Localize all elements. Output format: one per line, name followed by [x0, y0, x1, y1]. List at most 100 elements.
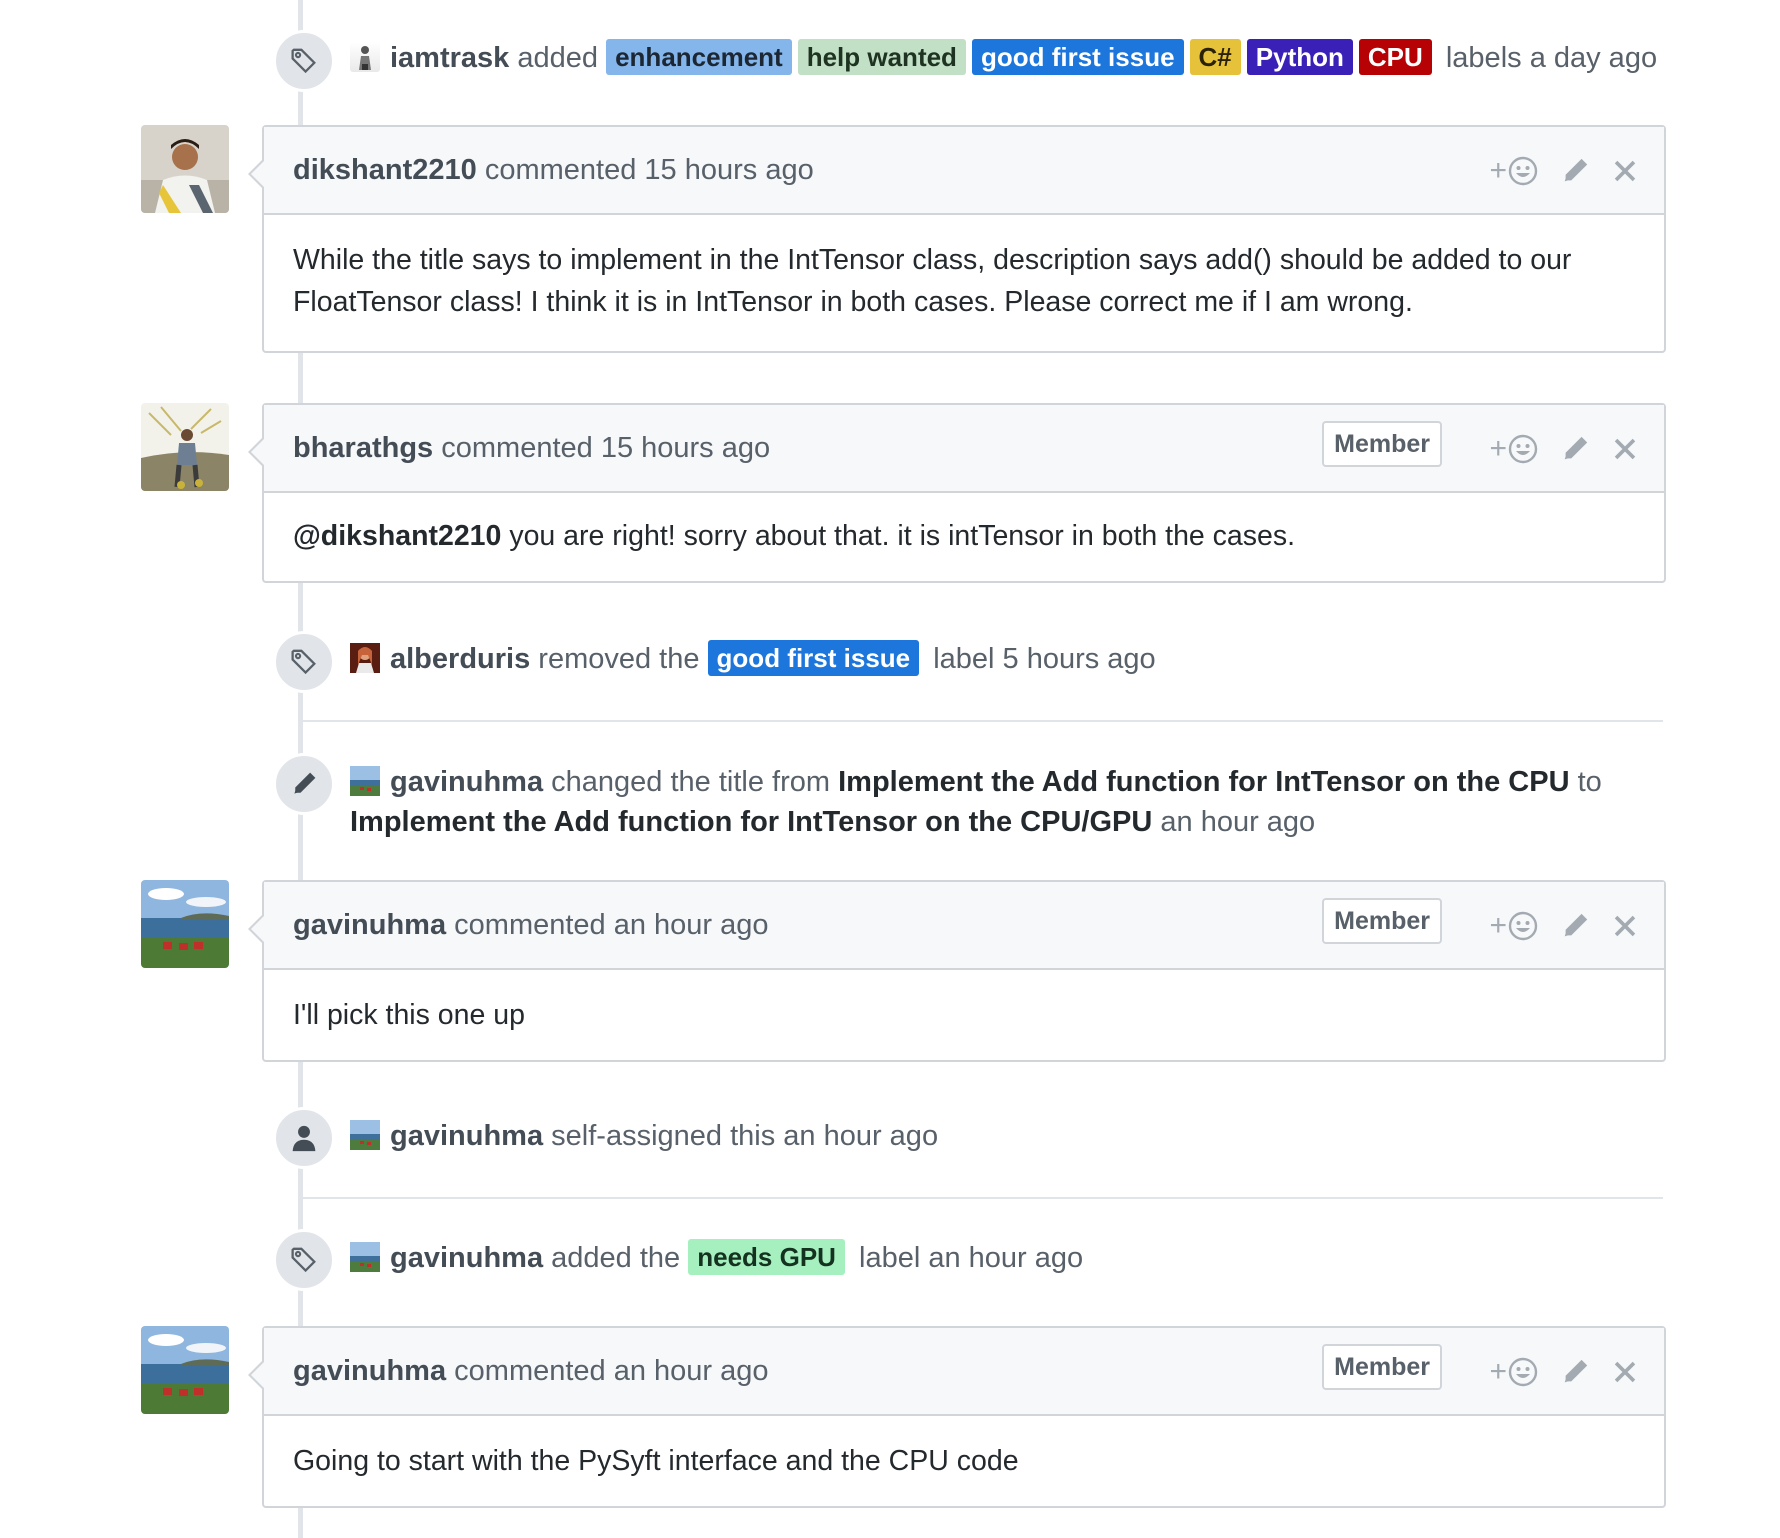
comment-timestamp[interactable]: commented an hour ago [454, 1355, 768, 1387]
event-action: added the [551, 1242, 681, 1274]
event-timestamp: label an hour ago [859, 1242, 1084, 1274]
event-action: changed the title from [551, 766, 831, 798]
label-help-wanted[interactable]: help wanted [797, 39, 966, 75]
delete-comment-button[interactable] [1612, 1359, 1638, 1385]
actor-link[interactable]: gavinuhma [390, 1120, 543, 1152]
avatar[interactable] [141, 125, 229, 213]
delete-comment-button[interactable] [1612, 436, 1638, 462]
pencil-icon [1564, 158, 1588, 182]
comment-author[interactable]: bharathgs [293, 432, 433, 464]
label-csharp[interactable]: C# [1189, 39, 1241, 75]
event-action: removed the [538, 643, 700, 675]
timeline-divider [303, 1197, 1663, 1199]
tag-icon [273, 30, 335, 92]
event-to: to [1577, 766, 1602, 798]
close-icon [1614, 1361, 1636, 1383]
label-good-first-issue[interactable]: good first issue [971, 39, 1184, 75]
member-badge: Member [1322, 1344, 1442, 1390]
comment-body: Going to start with the PySyft interface… [293, 1445, 1019, 1477]
smiley-icon [1508, 434, 1538, 464]
comment-meta: bharathgs commented 15 hours ago [293, 405, 770, 491]
edit-comment-button[interactable] [1560, 911, 1590, 941]
close-icon [1614, 438, 1636, 460]
edit-comment-button[interactable] [1560, 1357, 1590, 1387]
edit-comment-button[interactable] [1560, 434, 1590, 464]
avatar[interactable] [350, 1242, 380, 1272]
event-timestamp: an hour ago [1160, 806, 1316, 838]
event-description: gavinuhma changed the title from Impleme… [350, 762, 1670, 842]
delete-comment-button[interactable] [1612, 158, 1638, 184]
comment-meta: gavinuhma commented an hour ago [293, 882, 769, 968]
comment-author[interactable]: dikshant2210 [293, 154, 477, 186]
avatar[interactable] [350, 766, 380, 796]
comment-box: bharathgs commented 15 hours ago Member … [248, 403, 1666, 583]
comment-header: gavinuhma commented an hour ago Member + [264, 1328, 1664, 1416]
avatar[interactable] [350, 42, 380, 72]
event-timestamp: label 5 hours ago [933, 643, 1156, 675]
smiley-icon [1508, 1357, 1538, 1387]
add-reaction-button[interactable]: + [1489, 911, 1538, 941]
close-icon [1614, 915, 1636, 937]
comment-author[interactable]: gavinuhma [293, 1355, 446, 1387]
plus-icon: + [1489, 432, 1507, 465]
plus-icon: + [1489, 1355, 1507, 1388]
person-icon [273, 1107, 335, 1169]
smiley-icon [1508, 156, 1538, 186]
event-description: gavinuhma self-assigned this an hour ago [350, 1116, 938, 1156]
comment-meta: gavinuhma commented an hour ago [293, 1328, 769, 1414]
close-icon [1614, 160, 1636, 182]
member-badge: Member [1322, 421, 1442, 467]
pencil-icon [1564, 436, 1588, 460]
avatar[interactable] [141, 403, 229, 491]
avatar[interactable] [350, 1120, 380, 1150]
actor-link[interactable]: gavinuhma [390, 766, 543, 798]
comment-actions: + [1467, 1352, 1638, 1392]
old-title: Implement the Add function for IntTensor… [838, 766, 1570, 798]
event-description: alberduris removed the good first issue … [350, 639, 1156, 679]
pencil-icon [1564, 1359, 1588, 1383]
comment-header: bharathgs commented 15 hours ago Member … [264, 405, 1664, 493]
comment-body: While the title says to implement in the… [293, 244, 1572, 318]
event-action: added [517, 42, 599, 74]
label-cpu[interactable]: CPU [1358, 39, 1432, 75]
comment-body: I'll pick this one up [293, 999, 525, 1031]
edit-comment-button[interactable] [1560, 156, 1590, 186]
actor-link[interactable]: gavinuhma [390, 1242, 543, 1274]
label-good-first-issue[interactable]: good first issue [707, 640, 920, 676]
comment-timestamp[interactable]: commented an hour ago [454, 909, 768, 941]
event-description: iamtrask added enhancement help wanted goo… [350, 38, 1657, 78]
comment-box: dikshant2210 commented 15 hours ago + Wh… [248, 125, 1666, 353]
plus-icon: + [1489, 909, 1507, 942]
pencil-icon [1564, 913, 1588, 937]
comment-meta: dikshant2210 commented 15 hours ago [293, 127, 814, 213]
comment-timestamp[interactable]: commented 15 hours ago [441, 432, 770, 464]
actor-link[interactable]: iamtrask [390, 42, 509, 74]
tag-icon [273, 1229, 335, 1291]
add-reaction-button[interactable]: + [1489, 434, 1538, 464]
new-title: Implement the Add function for IntTensor… [350, 806, 1153, 838]
comment-box: gavinuhma commented an hour ago Member +… [248, 880, 1666, 1062]
smiley-icon [1508, 911, 1538, 941]
avatar[interactable] [141, 1326, 229, 1414]
add-reaction-button[interactable]: + [1489, 156, 1538, 186]
plus-icon: + [1489, 154, 1507, 187]
event-description: gavinuhma added the needs GPU label an h… [350, 1238, 1083, 1278]
comment-actions: + [1467, 429, 1638, 469]
comment-author[interactable]: gavinuhma [293, 909, 446, 941]
actor-link[interactable]: alberduris [390, 643, 530, 675]
comment-body: @dikshant2210 you are right! sorry about… [264, 493, 1664, 581]
avatar[interactable] [350, 643, 380, 673]
event-timestamp: labels a day ago [1445, 42, 1658, 74]
avatar[interactable] [141, 880, 229, 968]
event-action: self-assigned this an hour ago [551, 1120, 939, 1152]
delete-comment-button[interactable] [1612, 913, 1638, 939]
label-python[interactable]: Python [1246, 39, 1353, 75]
add-reaction-button[interactable]: + [1489, 1357, 1538, 1387]
user-mention-link[interactable]: @dikshant2210 [293, 520, 501, 552]
label-enhancement[interactable]: enhancement [606, 39, 792, 75]
pencil-icon [273, 753, 335, 815]
comment-header: dikshant2210 commented 15 hours ago + [264, 127, 1664, 215]
timeline-divider [303, 720, 1663, 722]
comment-timestamp[interactable]: commented 15 hours ago [485, 154, 814, 186]
label-needs-gpu[interactable]: needs GPU [688, 1239, 845, 1275]
